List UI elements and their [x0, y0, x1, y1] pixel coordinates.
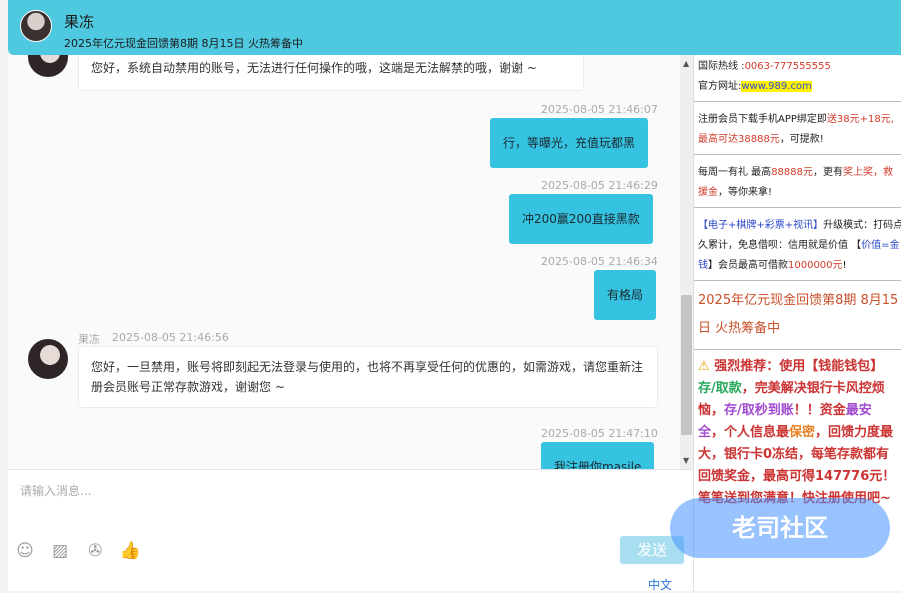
- image-icon[interactable]: ▨: [49, 540, 71, 562]
- contact-section: 国际热线 :0063-777555555 官方网址:www.989.com: [694, 55, 901, 102]
- scroll-up-icon[interactable]: ▲: [683, 59, 689, 68]
- watermark-logo: 老司社区: [670, 498, 890, 558]
- register-note: ，可提款!: [779, 134, 824, 145]
- promo-text: 存/取款: [698, 381, 742, 396]
- message-bubble-agent: 您好，一旦禁用，账号将即刻起无法登录与使用的，也将不再享受任何的优惠的，如需游戏…: [78, 346, 658, 408]
- file-icon[interactable]: ✇: [84, 540, 106, 562]
- register-max: 最高可达38888元: [698, 134, 780, 145]
- weekly-rescue: ，救: [873, 167, 893, 178]
- site-link[interactable]: www.989.com: [741, 81, 812, 92]
- message-timestamp: 2025-08-05 21:46:29: [541, 179, 658, 192]
- weekly-amount: 88888元: [771, 167, 813, 178]
- message-input-area[interactable]: 请输入消息... ☺ ▨ ✇ 👍 发送 中文: [8, 469, 693, 593]
- wallet-promo: ⚠ 强烈推荐：使用【钱能钱包】存/取款，完美解决银行卡风控烦恼，存/取秒到账！！…: [694, 350, 901, 516]
- message-sender: 果冻: [78, 333, 100, 346]
- message-bubble-user: 我注册你masile: [541, 442, 655, 469]
- promo-text: ！！资金: [793, 403, 846, 418]
- mode-value: 钱: [698, 260, 708, 271]
- agent-name: 果冻: [64, 13, 95, 31]
- message-timestamp: 2025-08-05 21:47:10: [541, 427, 658, 440]
- event-section: 2025年亿元现金回馈第8期 8月15 日 火热筹备中: [694, 281, 901, 350]
- hotline-value: 0063-777555555: [744, 61, 831, 72]
- scroll-down-icon[interactable]: ▼: [683, 456, 689, 465]
- promo-text: 强烈推荐：: [714, 359, 780, 374]
- message-bubble-user: 有格局: [594, 270, 657, 320]
- message-timestamp: 2025-08-05 21:46:07: [541, 103, 658, 116]
- register-section: 注册会员下载手机APP绑定即送38元+18元, 最高可达38888元，可提款!: [694, 102, 901, 155]
- agent-avatar: [28, 339, 68, 379]
- message-bubble-user: 行，等曝光，充值玩都黑: [490, 118, 649, 168]
- chat-scrollbar[interactable]: ▲ ▼: [680, 55, 693, 469]
- scrollbar-thumb[interactable]: [681, 295, 692, 435]
- weekly-rescue: 援金: [698, 187, 718, 198]
- weekly-text: ，更有: [813, 167, 843, 178]
- language-switch[interactable]: 中文: [648, 576, 672, 593]
- message-list[interactable]: 您好，系统自动禁用的账号，无法进行任何操作的哦，这端是无法解禁的哦，谢谢 ~ 2…: [8, 55, 680, 469]
- agent-avatar: [28, 55, 68, 77]
- message-timestamp: 2025-08-05 21:46:56: [112, 331, 229, 344]
- event-text: 日 火热筹备中: [698, 321, 781, 336]
- mode-text: 升级模式：打码点: [823, 220, 901, 231]
- site-label: 官方网址:: [698, 81, 742, 92]
- mode-text: !: [842, 260, 847, 271]
- register-text: 注册会员下载手机APP绑定即: [698, 114, 827, 125]
- header-subtitle: 2025年亿元现金回馈第8期 8月15日 火热筹备中: [64, 37, 303, 50]
- promo-text: 使用【钱能钱包】: [779, 359, 884, 374]
- weekly-section: 每周一有礼 最高88888元，更有奖上奖，救 援金，等你来拿!: [694, 155, 901, 208]
- mode-games: 【电子+棋牌+彩票+视讯】: [698, 220, 824, 231]
- weekly-note: ，等你来拿!: [718, 187, 773, 198]
- promo-text: ，个人信息最: [711, 425, 790, 440]
- like-icon[interactable]: 👍: [119, 540, 141, 562]
- input-toolbar: ☺ ▨ ✇ 👍: [14, 540, 149, 562]
- weekly-text: 每周一有礼 最高: [698, 167, 772, 178]
- hotline-label: 国际热线 :: [698, 61, 745, 72]
- agent-avatar: [20, 10, 52, 42]
- promo-text: 保密: [789, 425, 816, 440]
- event-text: 2025年亿元现金回馈第8期 8月15: [698, 293, 899, 308]
- promo-text: 存/取秒到账: [724, 403, 794, 418]
- message-timestamp: 2025-08-05 21:46:34: [541, 255, 658, 268]
- mode-text: 】会员最高可借款: [708, 260, 788, 271]
- chat-header: 果冻 2025年亿元现金回馈第8期 8月15日 火热筹备中: [8, 0, 901, 55]
- weekly-bonus: 奖上奖: [843, 167, 873, 178]
- message-bubble-user: 冲200赢200直接黑款: [509, 194, 653, 244]
- mode-text: 久累计，免息借呗：信用就是价值 【: [698, 240, 862, 251]
- message-bubble-agent: 您好，系统自动禁用的账号，无法进行任何操作的哦，这端是无法解禁的哦，谢谢 ~: [78, 55, 584, 91]
- register-bonus: 送38元+18元,: [826, 114, 894, 125]
- mode-section: 【电子+棋牌+彩票+视讯】升级模式：打码点 久累计，免息借呗：信用就是价值 【价…: [694, 208, 901, 281]
- emoji-icon[interactable]: ☺: [14, 540, 36, 562]
- mode-value: 价值=金: [861, 240, 900, 251]
- warning-icon: ⚠: [698, 359, 710, 374]
- mode-loan: 1000000元: [788, 260, 843, 271]
- message-input[interactable]: 请输入消息...: [20, 482, 91, 499]
